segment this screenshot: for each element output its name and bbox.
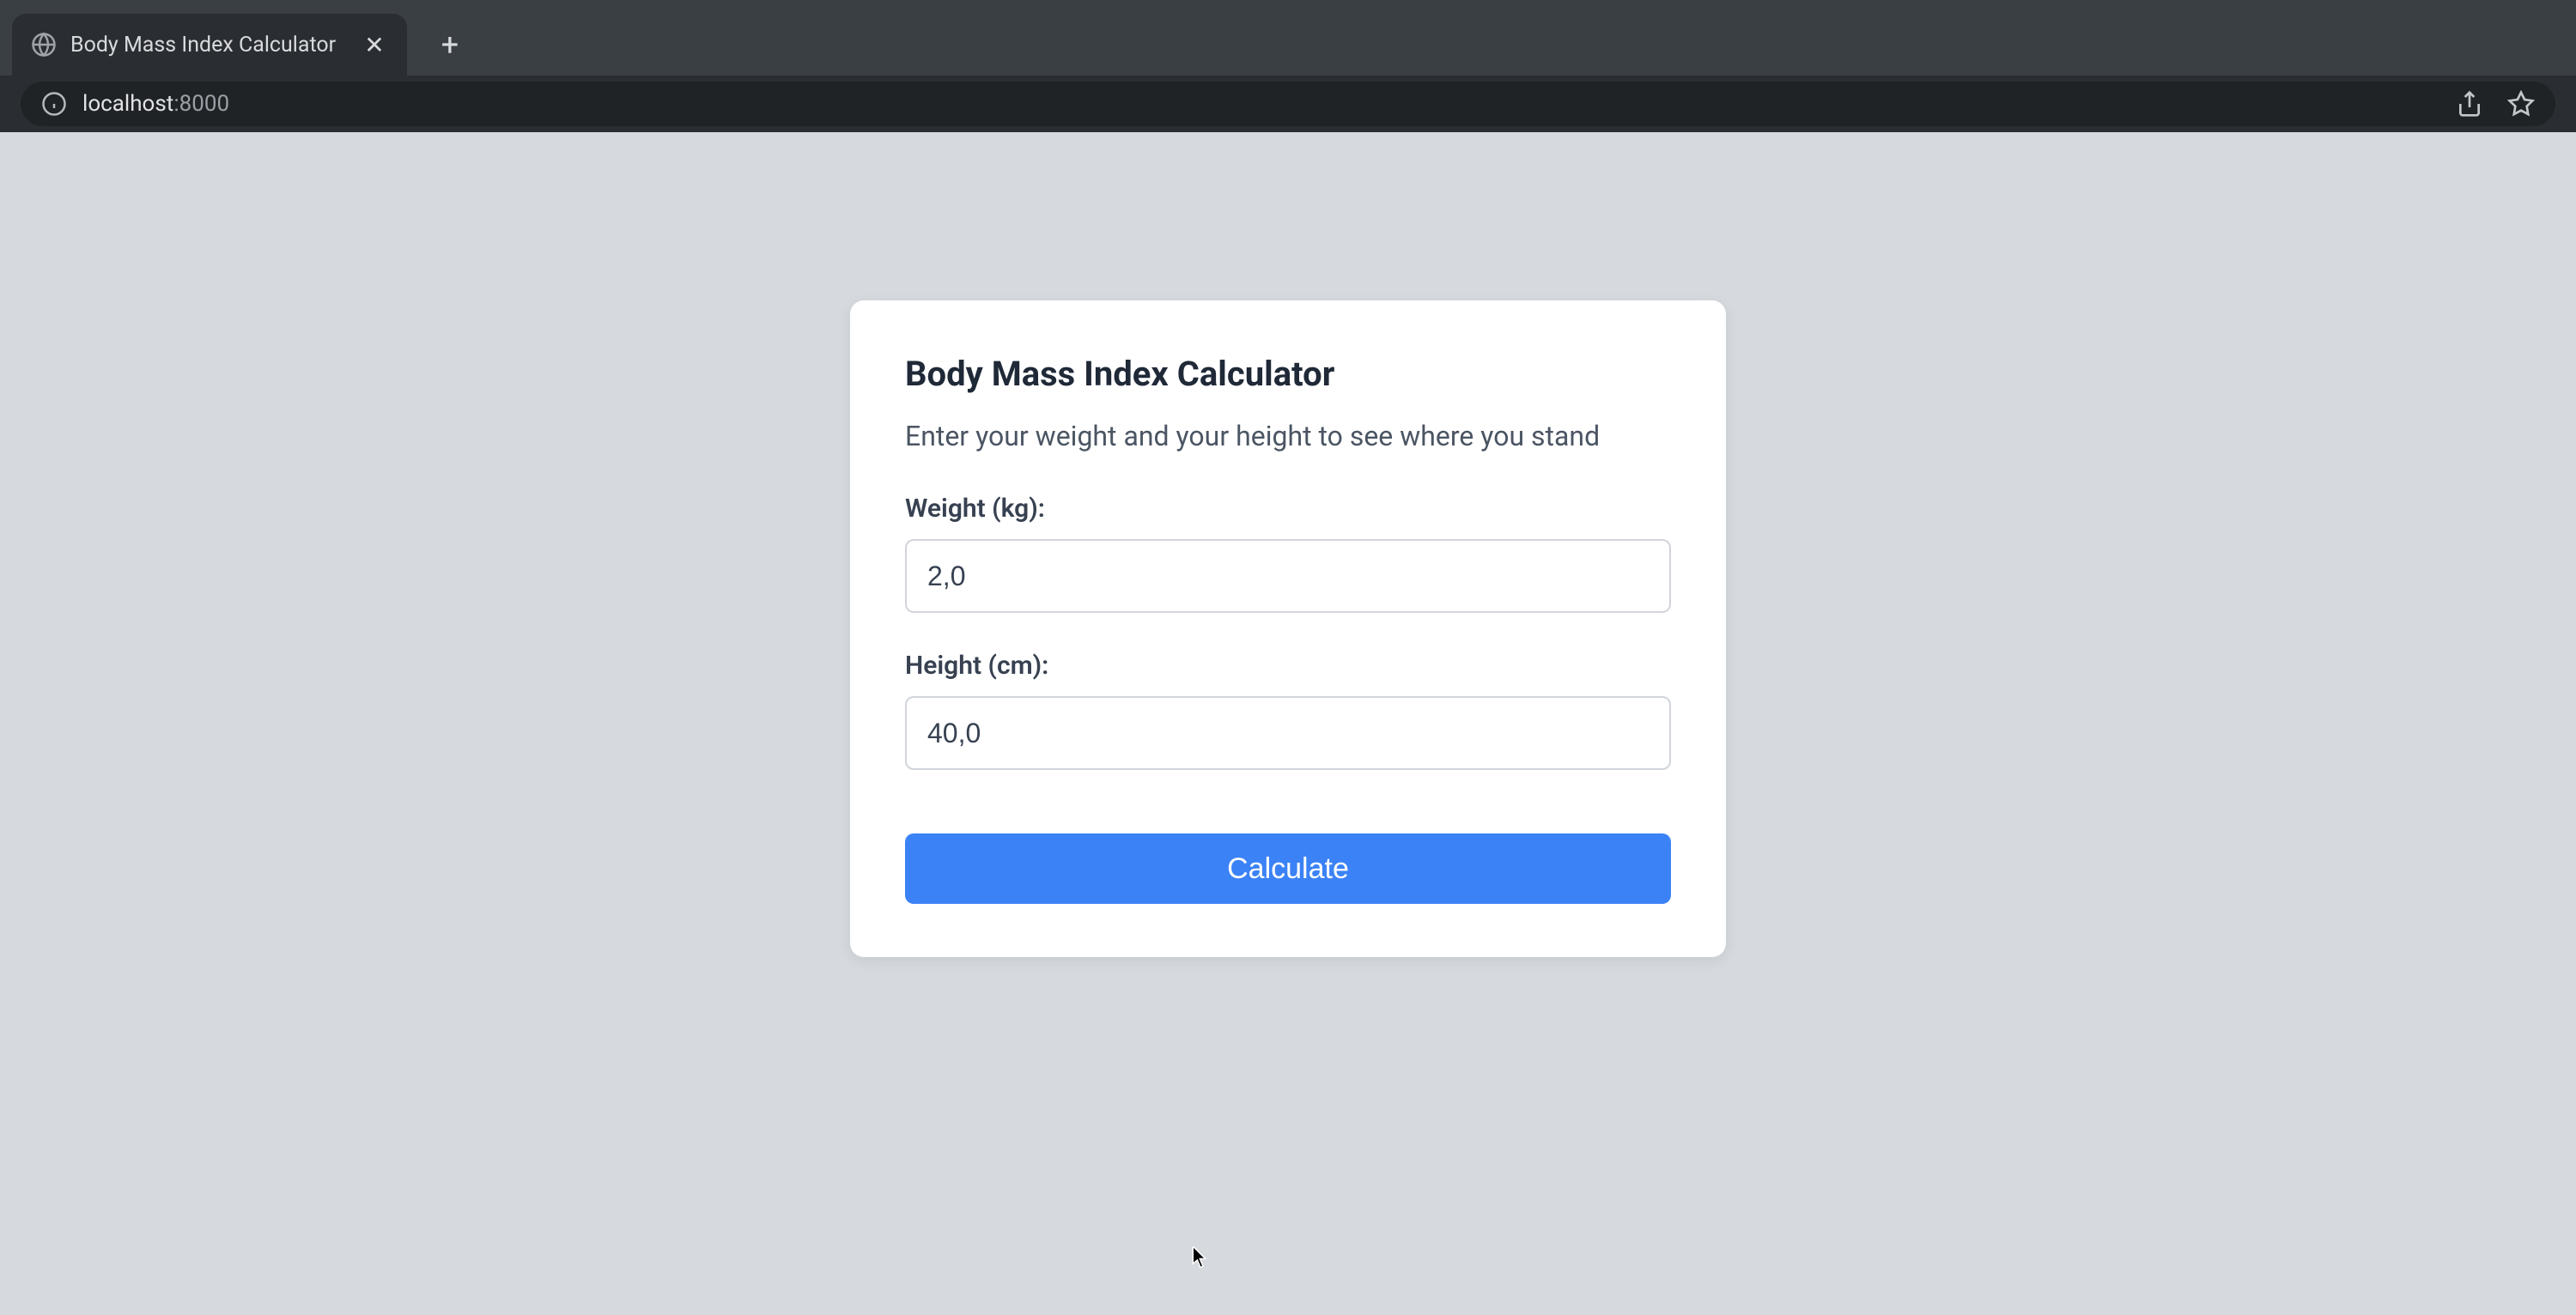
weight-input[interactable] [905,539,1671,613]
card-title: Body Mass Index Calculator [905,354,1671,394]
url-port: :8000 [173,91,229,117]
height-label: Height (cm): [905,651,1671,681]
close-icon[interactable]: ✕ [361,31,388,59]
page-viewport: Body Mass Index Calculator Enter your we… [0,132,2576,1315]
weight-label: Weight (kg): [905,494,1671,524]
calculate-button[interactable]: Calculate [905,833,1671,904]
new-tab-button[interactable]: + [433,27,467,62]
browser-chrome: Body Mass Index Calculator ✕ + localhost… [0,0,2576,132]
weight-form-group: Weight (kg): [905,494,1671,613]
browser-tab[interactable]: Body Mass Index Calculator ✕ [12,14,407,76]
url-text: localhost:8000 [82,91,2440,117]
height-form-group: Height (cm): [905,651,1671,770]
address-bar-container: localhost:8000 [0,76,2576,132]
tab-title: Body Mass Index Calculator [70,33,347,58]
address-bar[interactable]: localhost:8000 [21,82,2555,126]
tab-bar: Body Mass Index Calculator ✕ + [0,0,2576,76]
address-actions [2456,90,2535,118]
globe-icon [31,32,57,58]
star-icon[interactable] [2507,90,2535,118]
info-icon[interactable] [41,91,67,117]
height-input[interactable] [905,696,1671,770]
card-subtitle: Enter your weight and your height to see… [905,420,1671,452]
share-icon[interactable] [2456,90,2483,118]
bmi-calculator-card: Body Mass Index Calculator Enter your we… [850,300,1726,957]
url-host: localhost [82,91,173,117]
